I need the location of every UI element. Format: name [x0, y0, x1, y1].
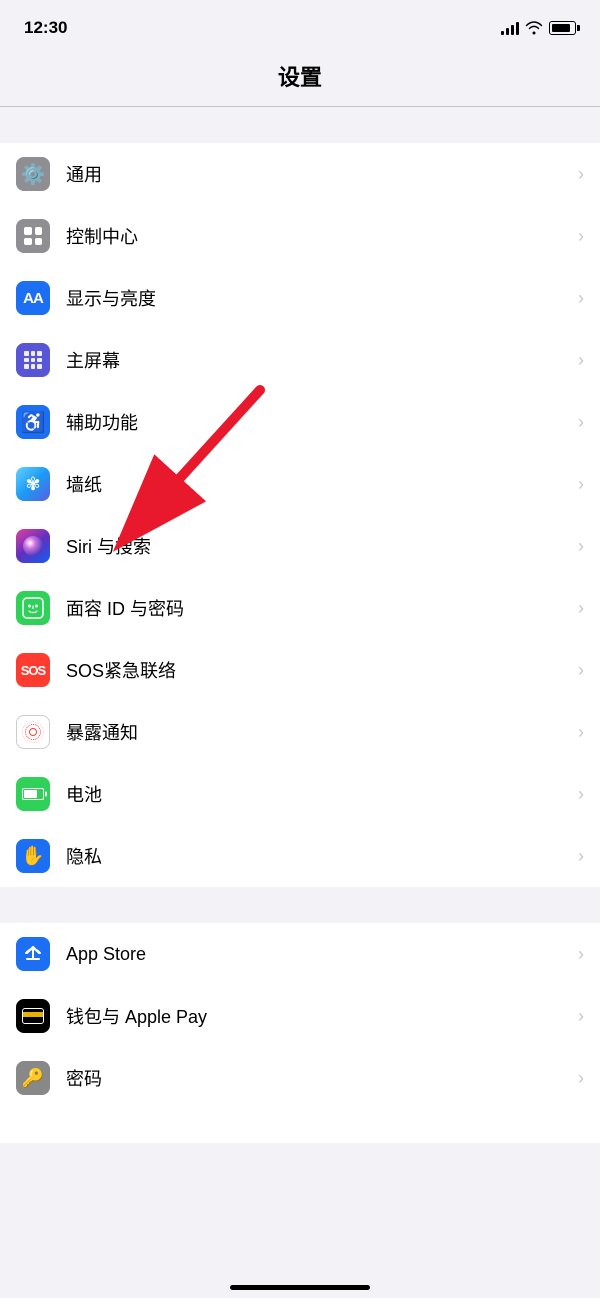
- hand-stop-icon: ✋: [21, 844, 45, 868]
- homescreen-label: 主屏幕: [66, 347, 578, 373]
- settings-row-wallpaper[interactable]: ✾ 墙纸 ›: [0, 453, 600, 515]
- exposure-graphic: [22, 721, 44, 743]
- settings-row-appstore[interactable]: App Store ›: [0, 923, 600, 985]
- battery-label: 电池: [66, 781, 578, 807]
- person-icon: ♿: [21, 410, 46, 435]
- bottom-area: [0, 1109, 600, 1143]
- privacy-chevron: ›: [578, 846, 584, 867]
- settings-row-faceid[interactable]: 面容 ID 与密码 ›: [0, 577, 600, 639]
- settings-row-homescreen[interactable]: 主屏幕 ›: [0, 329, 600, 391]
- top-separator: [0, 106, 600, 107]
- exposure-chevron: ›: [578, 722, 584, 743]
- privacy-label: 隐私: [66, 843, 578, 869]
- settings-row-battery[interactable]: 电池 ›: [0, 763, 600, 825]
- wallet-label: 钱包与 Apple Pay: [66, 1003, 578, 1029]
- sos-text: SOS: [21, 663, 45, 678]
- faceid-label: 面容 ID 与密码: [66, 595, 578, 621]
- sos-chevron: ›: [578, 660, 584, 681]
- wallpaper-icon: ✾: [16, 467, 50, 501]
- status-time: 12:30: [24, 18, 67, 38]
- battery-settings-icon: [16, 777, 50, 811]
- settings-row-control[interactable]: 控制中心 ›: [0, 205, 600, 267]
- battery-bar-graphic: [22, 788, 44, 800]
- wallpaper-chevron: ›: [578, 474, 584, 495]
- general-chevron: ›: [578, 164, 584, 185]
- sos-icon: SOS: [16, 653, 50, 687]
- exposure-label: 暴露通知: [66, 719, 578, 745]
- accessibility-chevron: ›: [578, 412, 584, 433]
- settings-group-1: ⚙️ 通用 › 控制中心 › AA 显示与亮度 › 主屏幕 ›: [0, 143, 600, 887]
- control-chevron: ›: [578, 226, 584, 247]
- status-icons: [501, 21, 576, 35]
- key-icon: 🔑: [22, 1068, 44, 1089]
- signal-icon: [501, 21, 519, 35]
- settings-row-siri[interactable]: Siri 与搜索 ›: [0, 515, 600, 577]
- wallet-icon: [16, 999, 50, 1033]
- flower-icon: ✾: [25, 474, 40, 495]
- general-label: 通用: [66, 161, 578, 187]
- faceid-chevron: ›: [578, 598, 584, 619]
- control-grid: [24, 227, 42, 245]
- wallet-graphic: [22, 1008, 44, 1024]
- aa-symbol: AA: [23, 290, 43, 307]
- appstore-icon: [16, 937, 50, 971]
- wifi-icon: [525, 21, 543, 35]
- page-title: 设置: [0, 60, 600, 92]
- faceid-icon: [16, 591, 50, 625]
- siri-orb: [23, 536, 43, 556]
- wallpaper-label: 墙纸: [66, 471, 578, 497]
- siri-chevron: ›: [578, 536, 584, 557]
- settings-row-general[interactable]: ⚙️ 通用 ›: [0, 143, 600, 205]
- privacy-icon: ✋: [16, 839, 50, 873]
- appstore-svg: [22, 943, 44, 965]
- display-icon: AA: [16, 281, 50, 315]
- homescreen-chevron: ›: [578, 350, 584, 371]
- settings-row-passwords[interactable]: 🔑 密码 ›: [0, 1047, 600, 1109]
- control-icon: [16, 219, 50, 253]
- display-chevron: ›: [578, 288, 584, 309]
- display-label: 显示与亮度: [66, 285, 578, 311]
- settings-row-sos[interactable]: SOS SOS紧急联络 ›: [0, 639, 600, 701]
- status-bar: 12:30: [0, 0, 600, 50]
- passwords-icon: 🔑: [16, 1061, 50, 1095]
- appstore-chevron: ›: [578, 944, 584, 965]
- passwords-chevron: ›: [578, 1068, 584, 1089]
- settings-row-display[interactable]: AA 显示与亮度 ›: [0, 267, 600, 329]
- gear-symbol: ⚙️: [21, 162, 46, 187]
- siri-icon: [16, 529, 50, 563]
- siri-label: Siri 与搜索: [66, 533, 578, 559]
- faceid-svg: [22, 597, 44, 619]
- page-title-section: 设置: [0, 50, 600, 106]
- passwords-label: 密码: [66, 1065, 578, 1091]
- sos-label: SOS紧急联络: [66, 657, 578, 683]
- settings-row-wallet[interactable]: 钱包与 Apple Pay ›: [0, 985, 600, 1047]
- appstore-label: App Store: [66, 944, 578, 965]
- home-indicator: [230, 1285, 370, 1290]
- exposure-icon: [16, 715, 50, 749]
- general-icon: ⚙️: [16, 157, 50, 191]
- battery-chevron: ›: [578, 784, 584, 805]
- control-label: 控制中心: [66, 223, 578, 249]
- homescreen-icon: [16, 343, 50, 377]
- settings-row-exposure[interactable]: 暴露通知 ›: [0, 701, 600, 763]
- battery-icon: [549, 21, 576, 35]
- wallet-chevron: ›: [578, 1006, 584, 1027]
- accessibility-icon: ♿: [16, 405, 50, 439]
- settings-row-privacy[interactable]: ✋ 隐私 ›: [0, 825, 600, 887]
- homescreen-grid: [24, 351, 42, 369]
- settings-row-accessibility[interactable]: ♿ 辅助功能 ›: [0, 391, 600, 453]
- settings-group-2: App Store › 钱包与 Apple Pay › 🔑 密码 ›: [0, 923, 600, 1109]
- accessibility-label: 辅助功能: [66, 409, 578, 435]
